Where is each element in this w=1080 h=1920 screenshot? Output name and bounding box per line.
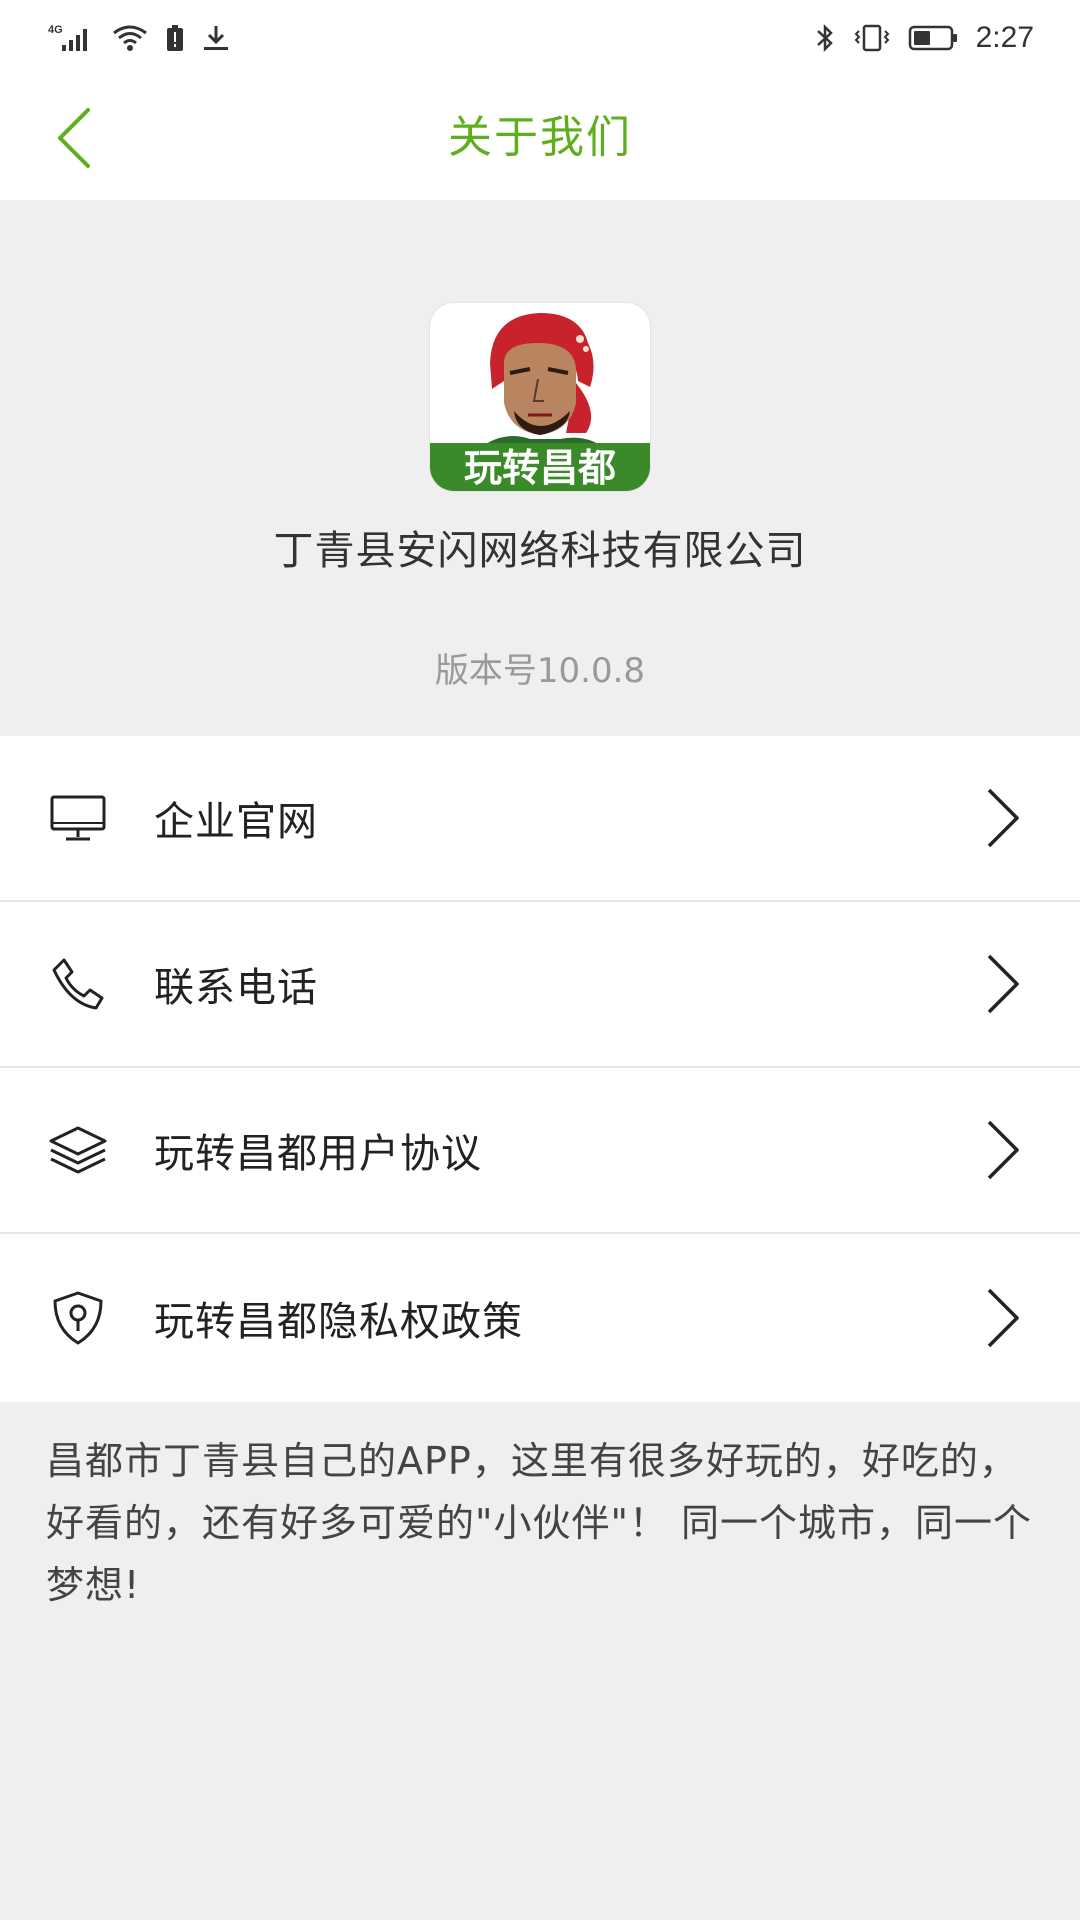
menu-label-phone: 联系电话: [154, 965, 318, 1011]
status-bar: 4G 2:27: [0, 0, 1080, 76]
menu-label-privacy-policy: 玩转昌都隐私权政策: [154, 1299, 523, 1345]
about-header: 玩转昌都 丁青县安闪网络科技有限公司 版本号10.0.8: [0, 200, 1080, 736]
menu-label-user-agreement: 玩转昌都用户协议: [154, 1131, 482, 1177]
page-title: 关于我们: [448, 112, 632, 163]
shield-key-icon: [44, 1284, 112, 1352]
layers-icon: [44, 1116, 112, 1184]
network-type: 4G: [48, 24, 63, 36]
vibrate-icon: [854, 23, 890, 53]
battery-icon: [908, 23, 958, 53]
phone-icon: [44, 950, 112, 1018]
wifi-icon: [112, 23, 148, 53]
status-time: 2:27: [975, 21, 1034, 54]
status-left: 4G: [48, 23, 230, 53]
menu-item-user-agreement[interactable]: 玩转昌都用户协议: [0, 1068, 1080, 1234]
app-logo: 玩转昌都: [430, 303, 650, 491]
menu-item-website[interactable]: 企业官网: [0, 736, 1080, 902]
chevron-right-icon: [978, 785, 1028, 851]
menu-item-privacy-policy[interactable]: 玩转昌都隐私权政策: [0, 1234, 1080, 1402]
battery-alert-icon: [166, 23, 184, 53]
logo-text: 玩转昌都: [464, 446, 616, 490]
menu-label-website: 企业官网: [154, 799, 318, 845]
chevron-right-icon: [978, 1117, 1028, 1183]
monitor-icon: [44, 784, 112, 852]
bluetooth-icon: [814, 23, 836, 53]
download-icon: [202, 23, 230, 53]
app-description: 昌都市丁青县自己的APP，这里有很多好玩的，好吃的，好看的，还有好多可爱的"小伙…: [46, 1439, 1033, 1607]
status-right: 2:27: [814, 21, 1034, 55]
version-text: 版本号10.0.8: [434, 651, 646, 691]
menu-item-phone[interactable]: 联系电话: [0, 902, 1080, 1068]
title-bar: 关于我们: [0, 76, 1080, 200]
company-name: 丁青县安闪网络科技有限公司: [273, 528, 807, 574]
chevron-right-icon: [978, 1285, 1028, 1351]
chevron-right-icon: [978, 951, 1028, 1017]
menu-list: 企业官网 联系电话 玩转昌都用户协议 玩转昌都隐私权政策: [0, 736, 1080, 1402]
signal-icon: 4G: [48, 23, 94, 53]
